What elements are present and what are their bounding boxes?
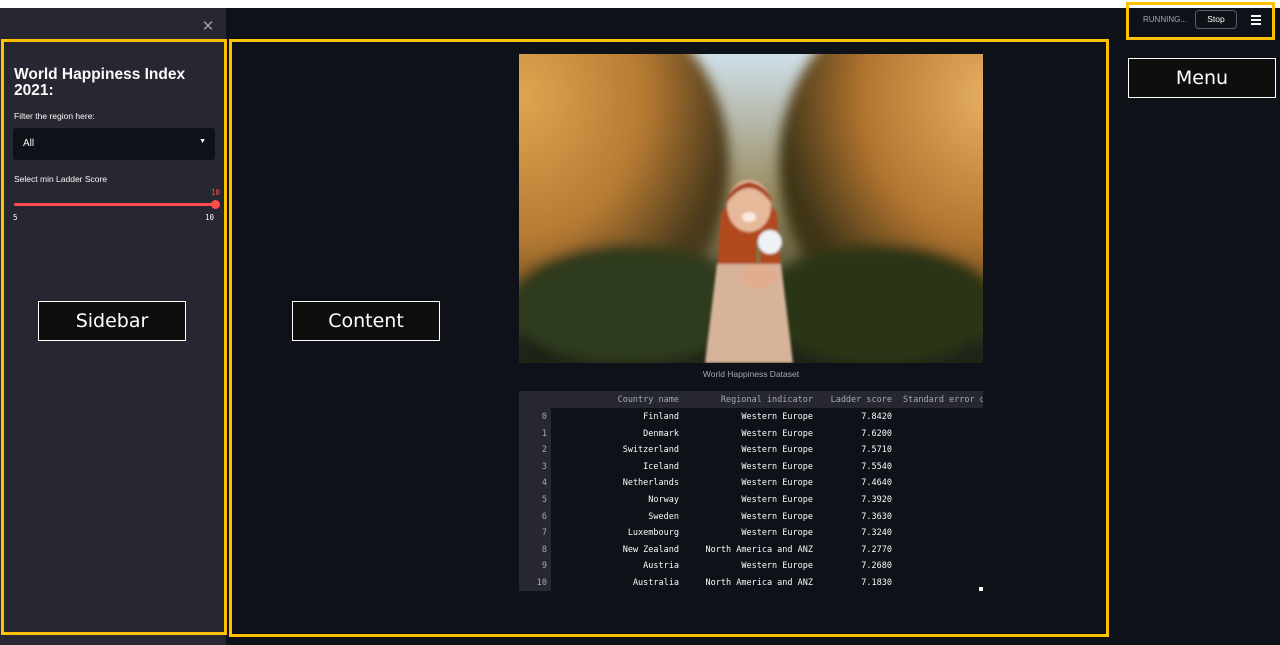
cell-country[interactable]: Denmark (643, 426, 679, 442)
column-header-stderr[interactable]: Standard error o (903, 392, 983, 408)
cell-region[interactable]: Western Europe (741, 459, 813, 475)
cell-country[interactable]: Netherlands (623, 475, 679, 491)
cell-score[interactable]: 7.3240 (861, 525, 892, 541)
row-index[interactable]: 4 (542, 475, 547, 491)
cell-country[interactable]: Iceland (643, 459, 679, 475)
cell-region[interactable]: North America and ANZ (706, 575, 813, 591)
cell-country[interactable]: Switzerland (623, 442, 679, 458)
cell-region[interactable]: Western Europe (741, 442, 813, 458)
cell-country[interactable]: Luxembourg (628, 525, 679, 541)
row-index[interactable]: 1 (542, 426, 547, 442)
cell-region[interactable]: Western Europe (741, 525, 813, 541)
column-header-country[interactable]: Country name (618, 392, 679, 408)
cell-country[interactable]: Finland (643, 409, 679, 425)
image-caption: World Happiness Dataset (702, 369, 800, 379)
cell-country[interactable]: Australia (633, 575, 679, 591)
cell-region[interactable]: Western Europe (741, 509, 813, 525)
dataframe-table[interactable]: Country name Regional indicator Ladder s… (519, 391, 983, 591)
cell-score[interactable]: 7.6200 (861, 426, 892, 442)
content-callout: Content (292, 301, 440, 341)
column-header-region[interactable]: Regional indicator (721, 392, 813, 408)
sidebar-title: World Happiness Index 2021: (14, 66, 186, 99)
sidebar: World Happiness Index 2021: Filter the r… (0, 38, 226, 645)
cell-region[interactable]: Western Europe (741, 409, 813, 425)
cell-score[interactable]: 7.5540 (861, 459, 892, 475)
caret-down-icon: ▼ (199, 138, 206, 145)
cell-score[interactable]: 7.3920 (861, 492, 892, 508)
region-filter-label: Filter the region here: (14, 111, 95, 121)
cell-region[interactable]: Western Europe (741, 558, 813, 574)
slider-min-label: 5 (13, 213, 18, 222)
row-index[interactable]: 2 (542, 442, 547, 458)
cell-country[interactable]: Austria (643, 558, 679, 574)
ladder-slider-label: Select min Ladder Score (14, 174, 108, 184)
slider-current-value: 10 (210, 188, 220, 197)
region-select-value: All (23, 138, 35, 149)
table-resize-handle[interactable] (979, 587, 983, 591)
cell-country[interactable]: Norway (648, 492, 679, 508)
row-index[interactable]: 3 (542, 459, 547, 475)
menu-callout: Menu (1128, 58, 1276, 98)
cell-region[interactable]: Western Europe (741, 475, 813, 491)
row-index[interactable]: 5 (542, 492, 547, 508)
stop-button[interactable]: Stop (1195, 10, 1237, 29)
sidebar-callout: Sidebar (38, 301, 186, 341)
slider-max-label: 10 (205, 213, 215, 222)
cell-country[interactable]: New Zealand (623, 542, 679, 558)
sidebar-header: ✕ (0, 8, 226, 38)
row-index[interactable]: 9 (542, 558, 547, 574)
cell-score[interactable]: 7.5710 (861, 442, 892, 458)
cell-score[interactable]: 7.8420 (861, 409, 892, 425)
region-select[interactable]: All ▼ (13, 128, 215, 160)
cell-region[interactable]: North America and ANZ (706, 542, 813, 558)
running-status: RUNNING... (1143, 15, 1187, 24)
row-index[interactable]: 6 (542, 509, 547, 525)
cell-score[interactable]: 7.1830 (861, 575, 892, 591)
cell-country[interactable]: Sweden (648, 509, 679, 525)
column-header-score[interactable]: Ladder score (831, 392, 892, 408)
row-index[interactable]: 10 (537, 575, 547, 591)
cell-score[interactable]: 7.2680 (861, 558, 892, 574)
slider-track[interactable] (14, 203, 216, 206)
hamburger-menu-icon[interactable] (1249, 12, 1263, 26)
cell-score[interactable]: 7.3630 (861, 509, 892, 525)
cell-score[interactable]: 7.4640 (861, 475, 892, 491)
cell-region[interactable]: Western Europe (741, 426, 813, 442)
close-icon[interactable]: ✕ (200, 18, 216, 36)
row-index[interactable]: 8 (542, 542, 547, 558)
slider-thumb[interactable] (211, 200, 220, 209)
happiness-image (519, 54, 983, 363)
cell-region[interactable]: Western Europe (741, 492, 813, 508)
row-index[interactable]: 7 (542, 525, 547, 541)
cell-score[interactable]: 7.2770 (861, 542, 892, 558)
row-index[interactable]: 0 (542, 409, 547, 425)
